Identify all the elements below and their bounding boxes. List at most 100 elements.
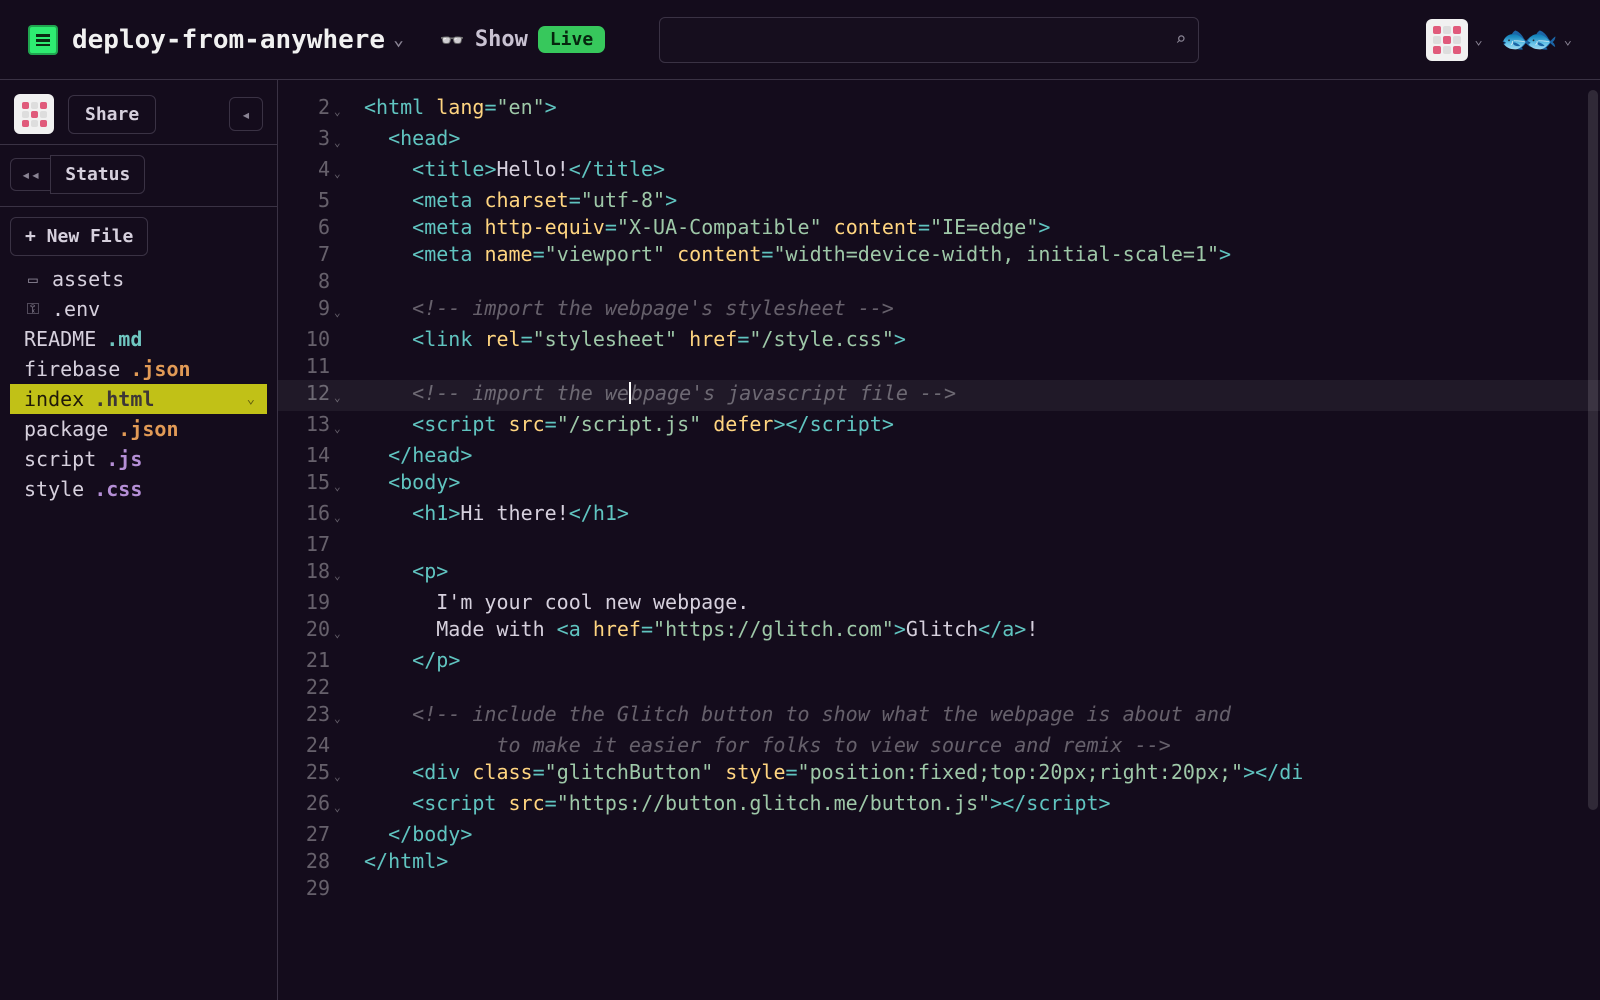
code-content[interactable] (350, 875, 1600, 902)
team-menu[interactable]: 🐟🐟 ⌄ (1501, 25, 1572, 55)
code-content[interactable]: <head> (350, 125, 1600, 156)
code-content[interactable] (350, 674, 1600, 701)
file-item[interactable]: firebase.json (10, 354, 267, 384)
code-content[interactable]: <meta http-equiv="X-UA-Compatible" conte… (350, 214, 1600, 241)
code-content[interactable]: <h1>Hi there!</h1> (350, 500, 1600, 531)
code-line[interactable]: 7 <meta name="viewport" content="width=d… (278, 241, 1600, 268)
line-number: 27 (278, 821, 334, 848)
code-line[interactable]: 15⌄ <body> (278, 469, 1600, 500)
glitch-logo[interactable] (28, 25, 58, 55)
fold-gutter[interactable]: ⌄ (334, 558, 350, 589)
code-content[interactable]: <html lang="en"> (350, 94, 1600, 125)
fold-gutter[interactable]: ⌄ (334, 701, 350, 732)
file-item[interactable]: package.json (10, 414, 267, 444)
code-content[interactable]: <meta name="viewport" content="width=dev… (350, 241, 1600, 268)
token-txt (822, 215, 834, 239)
fold-gutter[interactable]: ⌄ (334, 94, 350, 125)
code-content[interactable]: <body> (350, 469, 1600, 500)
code-line[interactable]: 29 (278, 875, 1600, 902)
code-line[interactable]: 19 I'm your cool new webpage. (278, 589, 1600, 616)
project-name-dropdown[interactable]: deploy-from-anywhere ⌄ (72, 25, 404, 55)
token-punc: ></ (990, 791, 1026, 815)
code-line[interactable]: 23⌄ <!-- include the Glitch button to sh… (278, 701, 1600, 732)
code-content[interactable]: <p> (350, 558, 1600, 589)
fold-gutter[interactable]: ⌄ (334, 380, 350, 411)
code-content[interactable]: <script src="https://button.glitch.me/bu… (350, 790, 1600, 821)
code-content[interactable]: <link rel="stylesheet" href="/style.css"… (350, 326, 1600, 353)
fold-gutter[interactable]: ⌄ (334, 295, 350, 326)
code-line[interactable]: 27 </body> (278, 821, 1600, 848)
token-punc: < (412, 215, 424, 239)
code-line[interactable]: 20⌄ Made with <a href="https://glitch.co… (278, 616, 1600, 647)
search-box[interactable]: ⌕ (659, 17, 1199, 63)
code-line[interactable]: 14 </head> (278, 442, 1600, 469)
collapse-sidebar-button[interactable]: ◂ (229, 97, 263, 131)
code-content[interactable]: <!-- import the webpage's javascript fil… (350, 380, 1600, 411)
code-content[interactable]: </head> (350, 442, 1600, 469)
code-editor[interactable]: 2⌄<html lang="en">3⌄ <head>4⌄ <title>Hel… (278, 80, 1600, 1000)
code-content[interactable]: <!-- import the webpage's stylesheet --> (350, 295, 1600, 326)
code-line[interactable]: 3⌄ <head> (278, 125, 1600, 156)
code-line[interactable]: 21 </p> (278, 647, 1600, 674)
code-content[interactable]: I'm your cool new webpage. (350, 589, 1600, 616)
code-line[interactable]: 16⌄ <h1>Hi there!</h1> (278, 500, 1600, 531)
code-line[interactable]: 5 <meta charset="utf-8"> (278, 187, 1600, 214)
code-line[interactable]: 11 (278, 353, 1600, 380)
code-content[interactable] (350, 268, 1600, 295)
code-line[interactable]: 26⌄ <script src="https://button.glitch.m… (278, 790, 1600, 821)
fold-gutter[interactable]: ⌄ (334, 156, 350, 187)
fold-gutter[interactable]: ⌄ (334, 469, 350, 500)
code-line[interactable]: 22 (278, 674, 1600, 701)
code-content[interactable]: <title>Hello!</title> (350, 156, 1600, 187)
code-content[interactable] (350, 531, 1600, 558)
code-content[interactable]: <script src="/script.js" defer></script> (350, 411, 1600, 442)
code-content[interactable]: <meta charset="utf-8"> (350, 187, 1600, 214)
fold-gutter[interactable]: ⌄ (334, 759, 350, 790)
code-line[interactable]: 13⌄ <script src="/script.js" defer></scr… (278, 411, 1600, 442)
code-line[interactable]: 24 to make it easier for folks to view s… (278, 732, 1600, 759)
code-line[interactable]: 6 <meta http-equiv="X-UA-Compatible" con… (278, 214, 1600, 241)
code-line[interactable]: 10 <link rel="stylesheet" href="/style.c… (278, 326, 1600, 353)
code-content[interactable]: <!-- include the Glitch button to show w… (350, 701, 1600, 732)
new-file-label: + New File (25, 226, 133, 247)
code-line[interactable]: 28</html> (278, 848, 1600, 875)
live-badge[interactable]: Live (538, 26, 605, 53)
fold-gutter[interactable]: ⌄ (334, 616, 350, 647)
fold-gutter[interactable]: ⌄ (334, 790, 350, 821)
code-content[interactable]: </html> (350, 848, 1600, 875)
code-line[interactable]: 25⌄ <div class="glitchButton" style="pos… (278, 759, 1600, 790)
scrollbar-thumb[interactable] (1588, 90, 1598, 810)
fold-gutter[interactable]: ⌄ (334, 411, 350, 442)
code-content[interactable]: </body> (350, 821, 1600, 848)
editor-scrollbar[interactable] (1588, 90, 1598, 990)
project-avatar[interactable] (14, 94, 54, 134)
file-item[interactable]: style.css (10, 474, 267, 504)
file-item[interactable]: script.js (10, 444, 267, 474)
file-item[interactable]: README.md (10, 324, 267, 354)
code-content[interactable] (350, 353, 1600, 380)
rewind-button[interactable]: ◂◂ (10, 158, 50, 191)
code-content[interactable]: to make it easier for folks to view sour… (350, 732, 1600, 759)
code-content[interactable]: Made with <a href="https://glitch.com">G… (350, 616, 1600, 647)
fold-gutter[interactable]: ⌄ (334, 500, 350, 531)
code-content[interactable]: <div class="glitchButton" style="positio… (350, 759, 1600, 790)
show-button[interactable]: Show (475, 27, 528, 52)
code-content[interactable]: </p> (350, 647, 1600, 674)
new-file-button[interactable]: + New File (10, 217, 148, 256)
code-line[interactable]: 9⌄ <!-- import the webpage's stylesheet … (278, 295, 1600, 326)
code-line[interactable]: 12⌄ <!-- import the webpage's javascript… (278, 380, 1600, 411)
file-item[interactable]: ⚿.env (10, 294, 267, 324)
code-line[interactable]: 4⌄ <title>Hello!</title> (278, 156, 1600, 187)
code-line[interactable]: 18⌄ <p> (278, 558, 1600, 589)
share-button[interactable]: Share (68, 95, 156, 134)
file-item[interactable]: index.html⌄ (10, 384, 267, 414)
code-line[interactable]: 8 (278, 268, 1600, 295)
user-menu[interactable]: ⌄ (1426, 19, 1482, 61)
search-input[interactable] (672, 29, 1175, 50)
file-item[interactable]: ▭assets (10, 264, 267, 294)
fold-gutter[interactable]: ⌄ (334, 125, 350, 156)
token-punc: < (412, 412, 424, 436)
code-line[interactable]: 17 (278, 531, 1600, 558)
status-button[interactable]: Status (50, 155, 145, 194)
code-line[interactable]: 2⌄<html lang="en"> (278, 94, 1600, 125)
